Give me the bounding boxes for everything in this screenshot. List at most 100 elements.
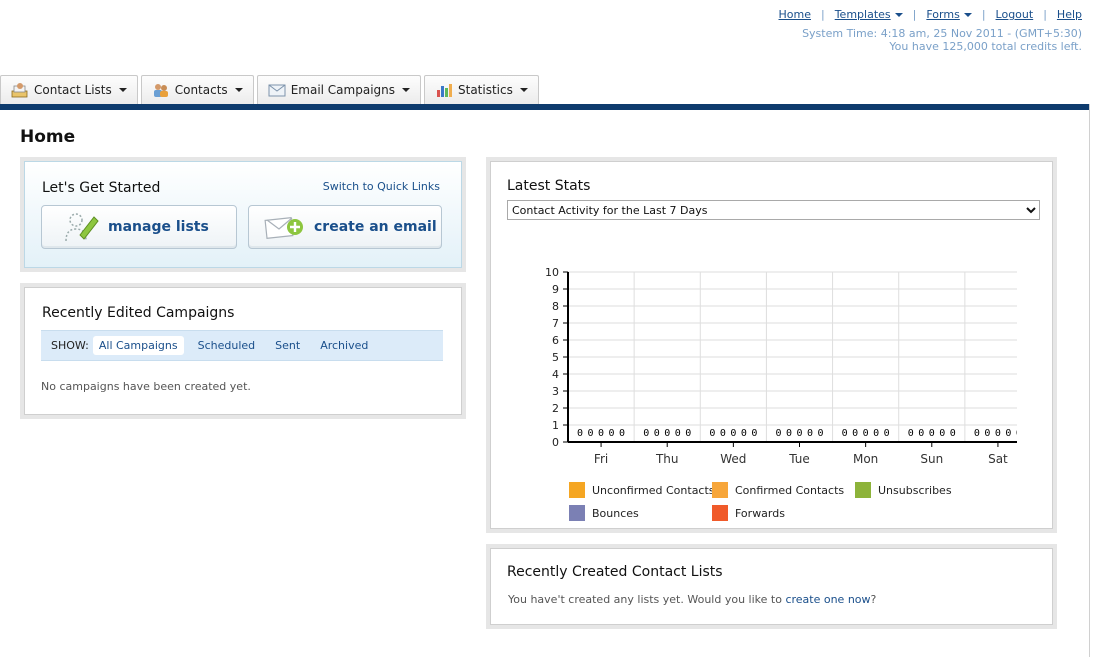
recent-lists-panel: Recently Created Contact Lists You have'… [486,544,1057,629]
data-label: 0 [709,428,715,439]
data-label: 0 [984,428,990,439]
x-tick-label: Fri [594,452,608,466]
recent-lists-inner: Recently Created Contact Lists You have'… [490,548,1053,625]
get-started-panel: Let's Get Started Switch to Quick Links … [20,157,466,272]
recent-campaigns-inner: Recently Edited Campaigns SHOW: All Camp… [24,287,462,415]
legend-label: Unconfirmed Contacts [592,483,715,497]
data-label: 0 [577,428,583,439]
chevron-down-icon [963,13,972,17]
data-label: 0 [741,428,747,439]
no-lists-suffix: ? [870,593,877,606]
no-lists-text: You have't created any lists yet. Would … [508,593,786,606]
data-label: 0 [664,428,670,439]
data-label: 0 [873,428,879,439]
recent-campaigns-panel: Recently Edited Campaigns SHOW: All Camp… [20,283,466,419]
top-navigation: Home | Templates | Forms | Logout | Help… [779,8,1083,53]
y-tick-label: 3 [552,385,559,398]
separator: | [981,8,986,21]
page-title: Home [20,127,76,147]
legend-swatch [569,482,585,498]
legend-label: Confirmed Contacts [735,483,845,497]
main-tabs: Contact Lists Contacts Email Campaigns S… [0,75,539,104]
tab-label: Contact Lists [34,83,112,97]
home-link[interactable]: Home [779,8,811,21]
stats-period-select[interactable]: Contact Activity for the Last 7 Days [507,200,1040,220]
credits-remaining: You have 125,000 total credits left. [889,40,1082,53]
get-started-title: Let's Get Started [42,180,161,196]
data-label: 0 [685,428,691,439]
separator: | [912,8,917,21]
data-label: 0 [786,428,792,439]
x-tick-label: Thu [655,452,679,466]
tab-statistics[interactable]: Statistics [424,75,539,104]
legend-label: Forwards [735,506,785,520]
y-tick-label: 7 [552,317,559,330]
data-label: 0 [852,428,858,439]
contact-activity-chart: 0123456789100 0 0 0 0Fri0 0 0 0 0Thu0 0 0 0 0Wed0 0 0 0… [545,266,1017,466]
chevron-down-icon [402,88,410,92]
help-link[interactable]: Help [1057,8,1082,21]
show-label: SHOW: [51,339,89,352]
data-label: 0 [730,428,736,439]
recent-lists-title: Recently Created Contact Lists [507,564,723,580]
filter-archived[interactable]: Archived [314,336,374,355]
latest-stats-title: Latest Stats [507,178,591,194]
y-tick-label: 5 [552,351,559,364]
data-label: 0 [720,428,726,439]
campaign-filter-bar: SHOW: All Campaigns Scheduled Sent Archi… [41,330,443,361]
data-label: 0 [939,428,945,439]
nav-bar [0,104,1090,110]
x-tick-label: Mon [853,452,878,466]
tab-contacts[interactable]: Contacts [140,75,254,104]
switch-quick-links-link[interactable]: Switch to Quick Links [323,180,440,193]
legend-item: Confirmed Contacts [712,482,844,498]
x-tick-label: Tue [788,452,810,466]
tab-label: Statistics [458,83,513,97]
contact-lists-icon [11,82,29,98]
y-tick-label: 1 [552,419,559,432]
forms-link[interactable]: Forms [926,8,972,21]
logout-link[interactable]: Logout [996,8,1034,21]
create-list-link[interactable]: create one now [785,593,870,606]
manage-lists-button[interactable]: manage lists [41,205,237,249]
legend-swatch [855,482,871,498]
chevron-down-icon [234,88,243,92]
create-email-button[interactable]: create an email [248,205,442,249]
y-tick-label: 8 [552,300,559,313]
legend-item: Unsubscribes [855,482,952,498]
manage-lists-icon [64,211,100,243]
data-label: 0 [995,428,1001,439]
data-label: 0 [807,428,813,439]
system-time: System Time: 4:18 am, 25 Nov 2011 - (GMT… [802,27,1082,40]
y-tick-label: 4 [552,368,559,381]
y-tick-label: 2 [552,402,559,415]
data-label: 0 [918,428,924,439]
templates-link[interactable]: Templates [835,8,903,21]
x-tick-label: Sat [988,452,1008,466]
data-label: 0 [842,428,848,439]
data-label: 0 [796,428,802,439]
legend-item: Bounces [569,505,639,521]
chevron-down-icon [118,88,127,92]
tab-label: Contacts [174,83,228,97]
envelope-icon [268,82,286,98]
data-label: 0 [598,428,604,439]
y-tick-label: 6 [552,334,559,347]
filter-sent[interactable]: Sent [269,336,306,355]
no-lists-message: You have't created any lists yet. Would … [508,593,876,606]
create-email-icon [264,212,304,242]
legend-swatch [712,505,728,521]
data-label: 0 [950,428,956,439]
data-label: 0 [588,428,594,439]
tab-contact-lists[interactable]: Contact Lists [0,75,138,104]
data-label: 0 [908,428,914,439]
tab-email-campaigns[interactable]: Email Campaigns [256,75,421,104]
legend-label: Bounces [592,506,639,520]
latest-stats-inner: Latest Stats Contact Activity for the La… [490,161,1053,529]
manage-lists-label: manage lists [108,219,209,235]
data-label: 0 [619,428,625,439]
filter-scheduled[interactable]: Scheduled [192,336,262,355]
create-email-label: create an email [314,219,437,235]
legend-swatch [712,482,728,498]
filter-all-campaigns[interactable]: All Campaigns [92,336,184,355]
